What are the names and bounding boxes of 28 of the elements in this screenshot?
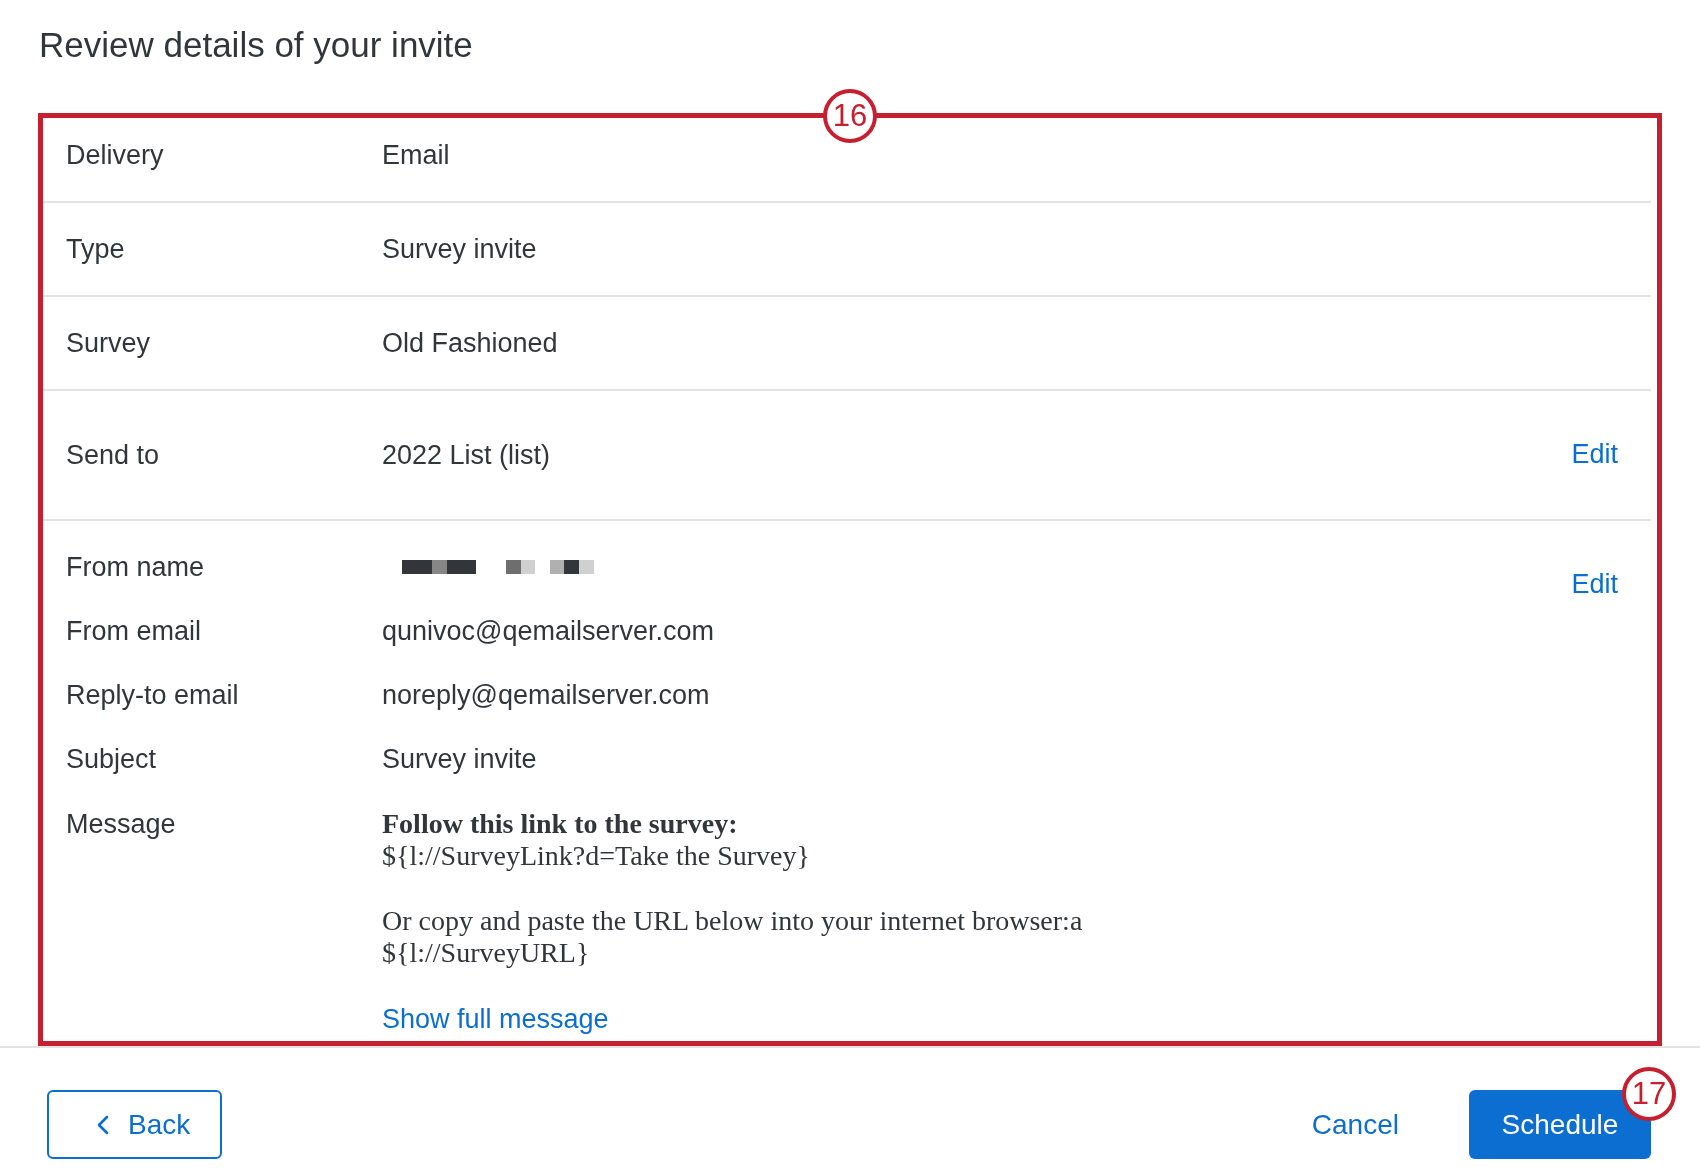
field-label: Message <box>66 808 177 840</box>
field-value: noreply@qemailserver.com <box>382 679 710 711</box>
field-label: Subject <box>66 743 158 775</box>
field-label: From name <box>66 551 206 583</box>
cancel-button[interactable]: Cancel <box>1311 1108 1399 1141</box>
show-full-message-link[interactable]: Show full message <box>382 1003 609 1035</box>
page-title: Review details of your invite <box>39 25 474 65</box>
field-label: From email <box>66 615 202 647</box>
field-label: Delivery <box>66 139 165 171</box>
pixelated-redaction-icon <box>402 560 594 574</box>
chevron-left-icon <box>96 1114 109 1135</box>
field-value: Survey invite <box>382 233 537 265</box>
callout-number: 17 <box>1622 1067 1676 1121</box>
field-value: Survey invite <box>382 743 537 775</box>
field-value: Email <box>382 139 450 171</box>
edit-link[interactable]: Edit <box>1571 568 1618 600</box>
field-label: Reply-to email <box>66 679 240 711</box>
field-value: qunivoc@qemailserver.com <box>382 615 715 647</box>
message-paragraph: Or copy and paste the URL below into your internet browser:a ${l://SurveyURL} <box>382 905 1083 969</box>
edit-link[interactable]: Edit <box>1571 438 1618 470</box>
field-label: Type <box>66 233 126 265</box>
field-label: Send to <box>66 439 161 471</box>
message-paragraph: Follow this link to the survey: ${l://SurveyLink?d=Take the Survey} <box>382 808 810 872</box>
back-button[interactable]: Back <box>47 1090 222 1159</box>
field-value: 2022 List (list) <box>382 439 551 471</box>
callout-number: 16 <box>823 89 877 143</box>
field-label: Survey <box>66 327 152 359</box>
field-value: Old Fashioned <box>382 327 558 359</box>
